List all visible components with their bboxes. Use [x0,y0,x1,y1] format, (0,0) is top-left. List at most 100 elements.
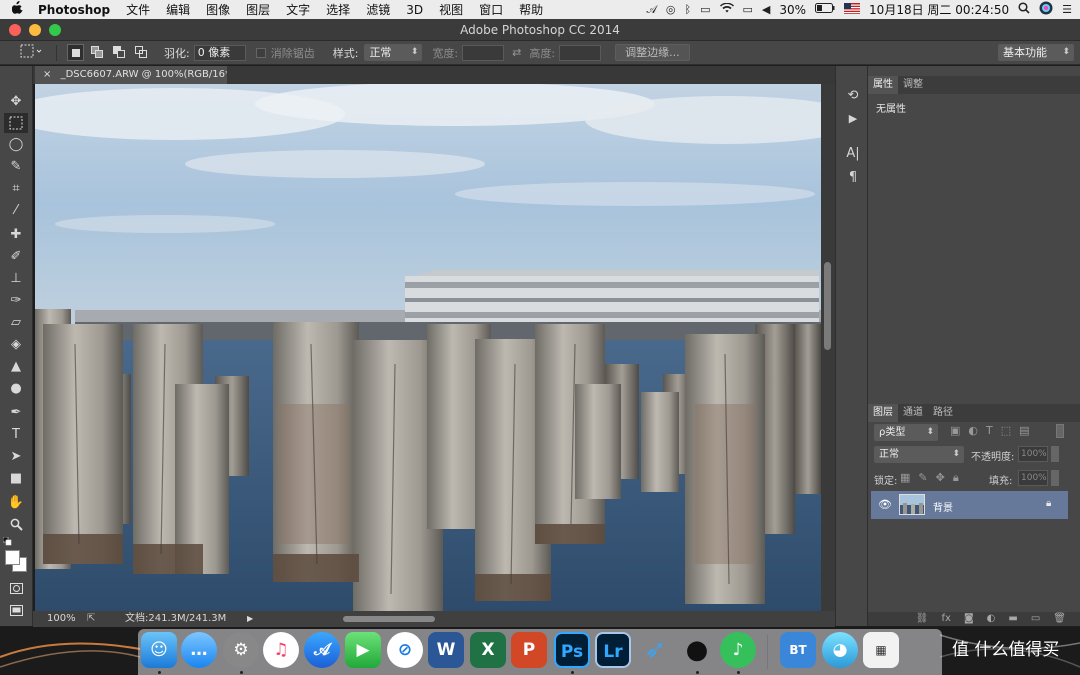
menu-filter[interactable]: 滤镜 [358,1,398,18]
calculator-icon[interactable]: ▦ [863,632,899,668]
lasso-tool-icon[interactable]: ◯ [4,135,28,155]
link-layers-icon[interactable]: ⛓ [916,612,929,626]
rectangular-marquee-tool-icon[interactable] [4,113,28,133]
swap-dimensions-icon[interactable]: ⇄ [512,46,521,59]
add-mask-icon[interactable]: ◙ [964,612,974,626]
menu-3d[interactable]: 3D [398,3,431,17]
style-select[interactable]: 正常 [364,44,423,61]
notification-center-icon[interactable]: ☰ [1062,3,1072,16]
default-colors-icon[interactable] [2,536,12,546]
layer-row-background[interactable]: 👁︎ 背景 🔒︎ [871,491,1068,519]
eyedropper-tool-icon[interactable]: ⁄ [4,201,28,221]
safari-icon[interactable]: ⊘ [387,632,423,668]
document-canvas[interactable] [35,84,821,611]
workspace-select[interactable]: 基本功能 [998,44,1074,61]
fill-input[interactable]: 100% [1018,470,1048,486]
new-layer-icon[interactable]: ▭ [1031,612,1040,626]
blend-mode-select[interactable]: 正常 [874,446,964,463]
lock-position-icon[interactable]: ✥ [936,471,945,485]
battery-small-icon[interactable]: ▭ [700,3,710,16]
layer-style-fx-icon[interactable]: fx [942,612,951,626]
new-selection-icon[interactable] [67,44,84,61]
itunes-icon[interactable]: ♫ [263,632,299,668]
opacity-input[interactable]: 100% [1018,446,1048,462]
lock-all-icon[interactable]: 🔒︎ [953,471,959,485]
filter-adjustment-icon[interactable]: ◐ [968,424,978,437]
apple-menu-icon[interactable] [0,1,34,18]
foreground-color-swatch[interactable] [5,550,20,565]
visibility-eye-icon[interactable]: 👁︎ [878,498,892,511]
powerpoint-icon[interactable]: P [511,632,547,668]
zoom-window-button[interactable] [49,24,61,36]
layer-lock-icon[interactable]: 🔒︎ [1046,498,1051,509]
bluetooth-icon[interactable]: ᛒ [684,3,691,16]
tab-properties[interactable]: 属性 [868,76,898,94]
export-icon[interactable]: ⇱ [87,611,95,627]
thunder-bird-icon[interactable]: ➶ [637,632,673,668]
flag-icon[interactable] [844,2,861,17]
spotlight-search-icon[interactable] [1018,2,1030,17]
height-input[interactable] [559,44,602,61]
rectangle-tool-icon[interactable]: ■ [4,469,28,489]
system-preferences-icon[interactable]: ⚙ [223,632,259,668]
history-icon[interactable]: ⟲ [844,88,862,103]
healing-brush-tool-icon[interactable]: ✚ [4,225,28,245]
history-brush-tool-icon[interactable]: ✑ [4,291,28,311]
vertical-scroll-thumb[interactable] [824,262,831,350]
bt-download-icon[interactable]: BT [780,632,816,668]
airplay-icon[interactable]: ▭ [743,3,753,16]
zoom-level[interactable]: 100% [47,611,76,627]
lock-pixels-icon[interactable]: ✎ [918,471,927,485]
close-tab-icon[interactable]: × [43,69,51,80]
type-tool-icon[interactable]: T [4,425,28,445]
delete-layer-icon[interactable]: 🗑︎ [1053,612,1066,626]
antialias-checkbox[interactable] [255,47,266,58]
status-menu-arrow-icon[interactable]: ▶ [247,611,253,627]
spiral-icon[interactable]: ◎ [666,3,676,16]
close-window-button[interactable] [9,24,21,36]
finder-icon[interactable]: ☺ [141,632,177,668]
paint-bucket-tool-icon[interactable]: ◈ [4,335,28,355]
filter-shape-icon[interactable]: ⬚ [1001,424,1011,437]
add-to-selection-icon[interactable] [89,44,106,61]
new-group-icon[interactable]: ▬ [1008,612,1017,626]
character-icon[interactable]: A| [844,146,862,161]
qq-music-icon[interactable]: ♪ [720,632,756,668]
tab-channels[interactable]: 通道 [898,404,928,422]
screen-mode-icon[interactable] [4,601,28,621]
minimize-window-button[interactable] [29,24,41,36]
zoom-tool-icon[interactable] [4,515,28,535]
intersect-selection-icon[interactable] [133,44,150,61]
document-tab[interactable]: × _DSC6607.ARW @ 100%(RGB/16*) [35,66,227,84]
tab-layers[interactable]: 图层 [868,404,898,422]
menu-edit[interactable]: 编辑 [158,1,198,18]
subtract-from-selection-icon[interactable] [111,44,128,61]
siri-icon[interactable] [1039,1,1053,18]
move-tool-icon[interactable]: ✥ [4,92,28,112]
lock-transparent-icon[interactable]: ▦ [900,471,910,485]
marquee-tool-preset-icon[interactable] [20,44,42,61]
tab-adjustments[interactable]: 调整 [898,76,928,94]
filter-type-icon[interactable]: T [986,424,993,437]
opacity-arrow[interactable] [1051,446,1059,462]
menu-window[interactable]: 窗口 [471,1,511,18]
wifi-icon[interactable] [719,2,734,16]
crop-tool-icon[interactable]: ⌗ [4,179,28,199]
qq-icon[interactable]: ● [679,632,715,668]
paragraph-icon[interactable]: ¶ [844,170,862,185]
script-icon[interactable]: 𝒜 [646,3,656,17]
excel-icon[interactable]: X [470,632,506,668]
volume-icon[interactable]: ◀ [762,3,770,16]
refine-edge-button[interactable]: 调整边缘... [615,44,690,61]
quick-selection-tool-icon[interactable]: ✎ [4,157,28,177]
actions-play-icon[interactable]: ▶ [844,112,862,125]
menu-app-name[interactable]: Photoshop [34,3,118,17]
battery-icon[interactable] [815,3,835,16]
layer-filter-toggle[interactable] [1056,424,1064,438]
layer-filter-select[interactable]: ρ类型 [874,424,938,441]
menu-file[interactable]: 文件 [118,1,158,18]
feather-input[interactable]: 0 像素 [193,44,246,61]
blur-tool-icon[interactable]: ▲ [4,357,28,377]
quick-mask-icon[interactable] [4,579,28,599]
clone-stamp-tool-icon[interactable]: ⊥ [4,269,28,289]
